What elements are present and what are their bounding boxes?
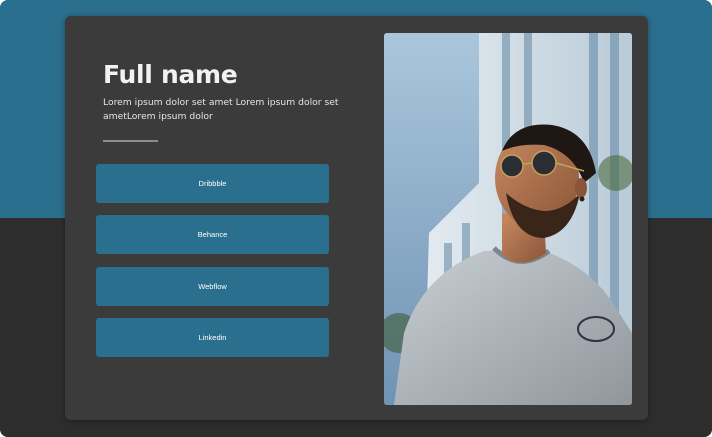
page-frame: Full name Lorem ipsum dolor set amet Lor… (0, 0, 712, 437)
profile-bio: Lorem ipsum dolor set amet Lorem ipsum d… (103, 97, 339, 122)
profile-card: Full name Lorem ipsum dolor set amet Lor… (65, 16, 648, 420)
webflow-button[interactable]: Webflow (96, 267, 329, 306)
profile-photo (384, 33, 632, 405)
dribbble-button[interactable]: Dribbble (96, 164, 329, 203)
profile-photo-illustration (384, 33, 632, 405)
behance-button[interactable]: Behance (96, 215, 329, 254)
profile-name: Full name (103, 60, 238, 89)
linkedin-button[interactable]: Linkedin (96, 318, 329, 357)
divider (103, 140, 158, 142)
sunglasses-icon (500, 154, 524, 178)
